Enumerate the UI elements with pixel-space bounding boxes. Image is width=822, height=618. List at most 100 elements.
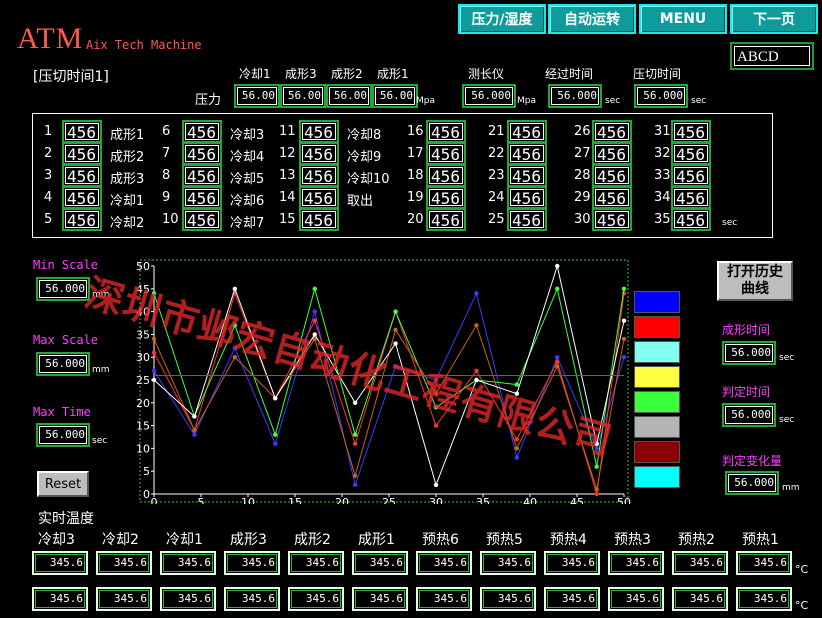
x-tick-label: 10 [241,496,255,504]
time-value: 456 [65,145,99,162]
pressure-row-label: 压力 [195,93,222,108]
time-index: 11 [279,124,296,139]
time-value-input[interactable]: 456 [182,142,222,165]
reset-button[interactable]: Reset [37,471,89,497]
time-value-input[interactable]: 456 [592,142,632,165]
time-step-label: 冷却8 [347,128,382,143]
judge-change-input[interactable]: 56.000 [725,471,779,495]
series-point [474,323,479,328]
time-value: 456 [674,145,708,162]
temperature-value-box: 345.6 [480,587,536,611]
max-time-input[interactable]: 56.000 [36,423,90,447]
time-table-unit: sec [722,218,738,228]
form-time-value: 56.000 [725,344,773,362]
col-label-form2: 成形2 [331,67,363,81]
time-value-input[interactable]: 456 [507,164,547,187]
time-value-input[interactable]: 456 [299,186,339,209]
temperature-header: 冷却2 [102,532,139,548]
max-scale-input[interactable]: 56.000 [36,352,90,376]
series-point [352,441,358,447]
judge-time-value: 56.000 [725,406,773,424]
time-value-input[interactable]: 456 [426,164,466,187]
temperature-value-box: 345.6 [288,551,344,575]
series-point [352,482,358,488]
user-field[interactable]: ABCD [730,42,814,70]
time-value-input[interactable]: 456 [426,142,466,165]
time-value-input[interactable]: 456 [592,164,632,187]
time-index: 14 [279,190,296,205]
elapsed-input[interactable]: 56.000 [548,84,602,108]
time-value-input[interactable]: 456 [299,142,339,165]
time-value-input[interactable]: 456 [62,142,102,165]
nav-auto-run-button[interactable]: 自动运转 [548,4,636,34]
cut-time-unit: sec [691,96,707,106]
time-value-input[interactable]: 456 [671,142,711,165]
temperature-value-box: 345.6 [544,551,600,575]
time-value-input[interactable]: 456 [62,120,102,143]
time-value-input[interactable]: 456 [592,208,632,231]
time-value-input[interactable]: 456 [299,120,339,143]
time-value-input[interactable]: 456 [671,120,711,143]
time-value-input[interactable]: 456 [426,186,466,209]
judge-time-unit: sec [779,415,795,425]
cut-time-label: 压切时间 [633,67,682,81]
time-value: 456 [302,123,336,140]
min-scale-input[interactable]: 56.000 [36,277,90,301]
time-value-input[interactable]: 456 [62,186,102,209]
x-tick-label: 50 [617,496,631,504]
time-value-input[interactable]: 456 [507,208,547,231]
temperature-value: 345.6 [675,554,725,572]
series-point [192,427,197,433]
pressure-form2-input[interactable]: 56.00 [326,84,372,108]
pressure-form3-input[interactable]: 56.00 [280,84,326,108]
time-index: 29 [574,190,591,205]
time-value: 456 [65,123,99,140]
time-index: 23 [488,168,505,183]
time-index: 31 [654,124,671,139]
time-index: 15 [279,212,296,227]
time-value-input[interactable]: 456 [671,186,711,209]
time-value-input[interactable]: 456 [426,120,466,143]
time-value-input[interactable]: 456 [299,208,339,231]
time-value-input[interactable]: 456 [182,120,222,143]
elapsed-label: 经过时间 [545,67,594,81]
pressure-unit: Mpa [416,96,435,106]
open-history-curve-button[interactable]: 打开历史 曲线 [717,261,793,301]
time-index: 17 [407,146,424,161]
x-tick-label: 5 [198,496,205,504]
time-value: 456 [510,167,544,184]
time-value: 456 [429,145,463,162]
time-value-input[interactable]: 456 [182,164,222,187]
nav-menu-button[interactable]: MENU [639,4,727,34]
pressure-form1-input[interactable]: 56.00 [372,84,418,108]
time-value-input[interactable]: 456 [182,186,222,209]
time-value-input[interactable]: 456 [592,120,632,143]
time-value-input[interactable]: 456 [507,186,547,209]
measure-input[interactable]: 56.000 [462,84,516,108]
judge-time-input[interactable]: 56.000 [722,403,776,427]
temperature-value-box: 345.6 [416,551,472,575]
nav-pressure-humidity-button[interactable]: 压力/湿度 [458,4,546,34]
time-index: 28 [574,168,591,183]
time-value-input[interactable]: 456 [62,164,102,187]
pressure-cool1-input[interactable]: 56.00 [234,84,280,108]
time-value-input[interactable]: 456 [671,208,711,231]
nav-next-page-button[interactable]: 下一页 [730,4,818,34]
time-value-input[interactable]: 456 [426,208,466,231]
temperature-value: 345.6 [99,554,149,572]
temperature-value-box: 345.6 [288,587,344,611]
time-value-input[interactable]: 456 [62,208,102,231]
time-value-input[interactable]: 456 [592,186,632,209]
time-value-input[interactable]: 456 [507,142,547,165]
temperature-header: 预热3 [614,532,651,548]
cut-time-input[interactable]: 56.000 [634,84,688,108]
x-tick-label: 15 [288,496,302,504]
time-value-input[interactable]: 456 [299,164,339,187]
time-value-input[interactable]: 456 [507,120,547,143]
series-point [555,364,560,369]
time-value-input[interactable]: 456 [182,208,222,231]
pressure-form2-value: 56.00 [329,87,369,105]
time-index: 10 [162,212,179,227]
time-value-input[interactable]: 456 [671,164,711,187]
form-time-input[interactable]: 56.000 [722,341,776,365]
